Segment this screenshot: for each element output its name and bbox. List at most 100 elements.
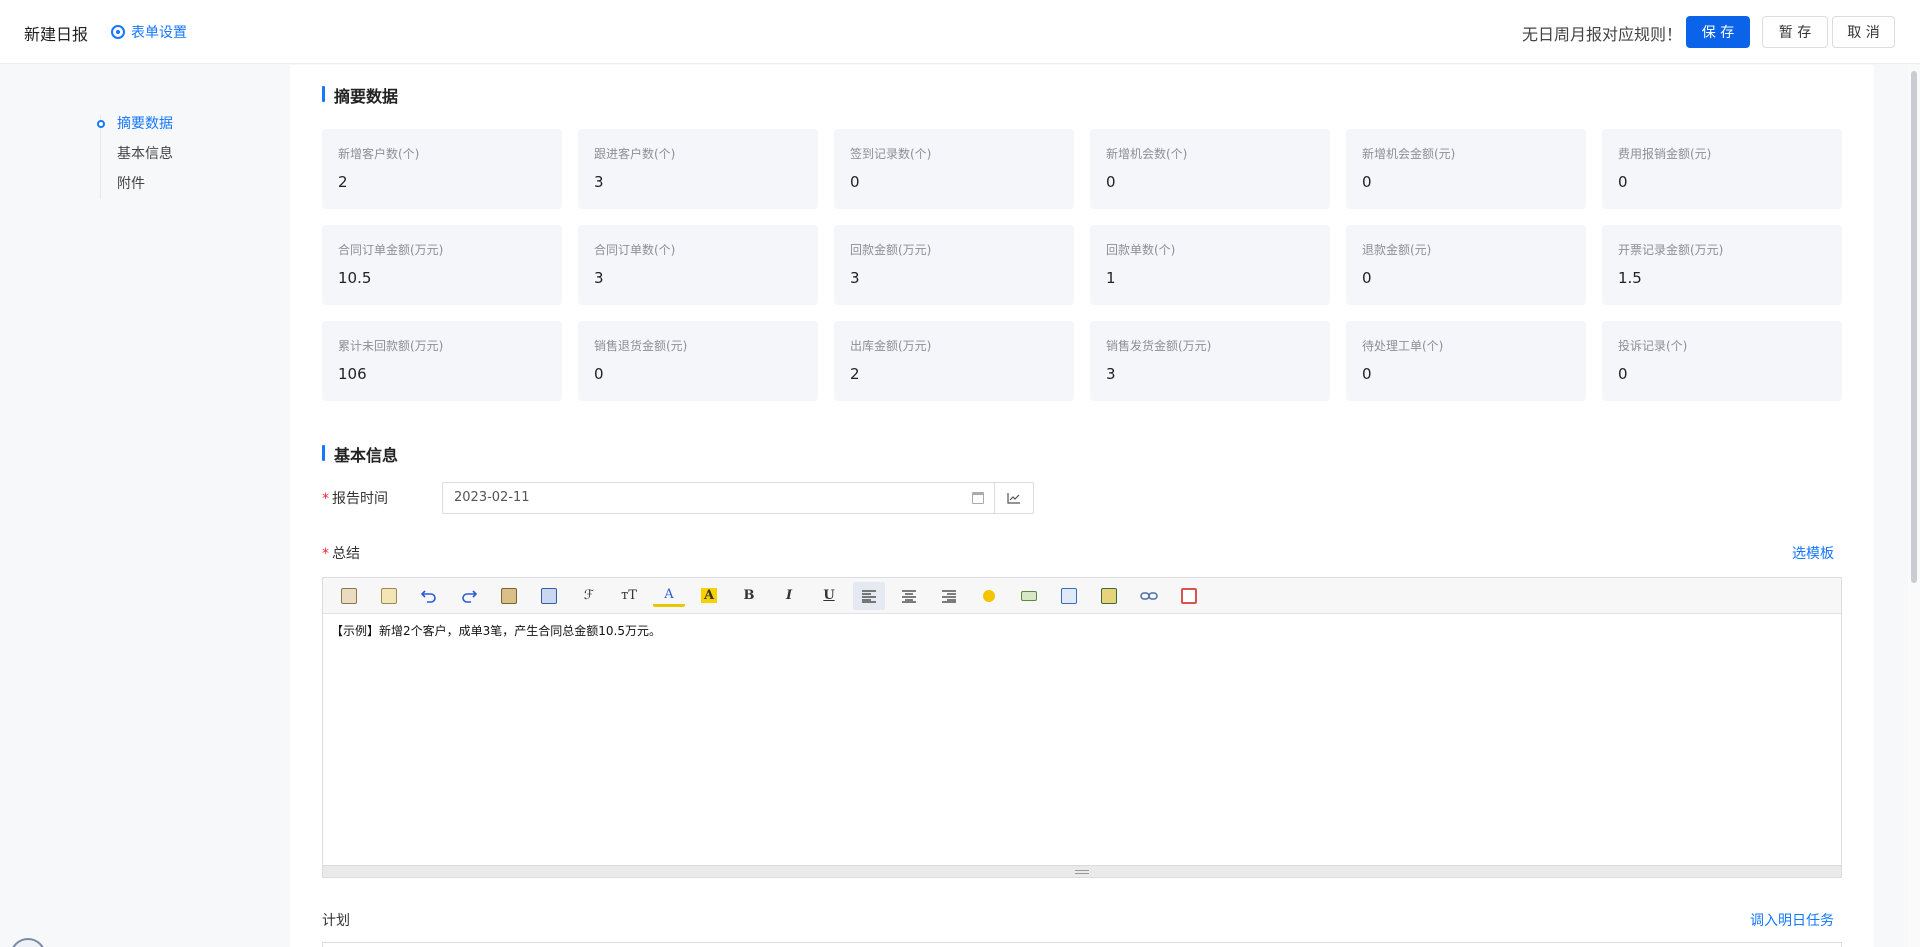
stat-card: 新增机会数(个) 0 <box>1090 129 1330 209</box>
editor-content[interactable]: 【示例】新增2个客户，成单3笔，产生合同总金额10.5万元。 <box>323 614 1841 866</box>
trend-chart-button[interactable] <box>994 482 1034 514</box>
stat-card: 出库金额(万元) 2 <box>834 321 1074 401</box>
fullscreen-icon[interactable] <box>1173 582 1205 610</box>
stat-value: 0 <box>594 365 604 383</box>
plan-editor[interactable] <box>322 942 1842 947</box>
anchor-item-basic-info[interactable]: 基本信息 <box>97 145 173 175</box>
template-icon[interactable] <box>373 582 405 610</box>
form-settings-link[interactable]: 表单设置 <box>111 22 187 42</box>
stat-value: 3 <box>594 173 604 191</box>
stat-card: 销售退货金额(元) 0 <box>578 321 818 401</box>
summary-cards: 新增客户数(个) 2 跟进客户数(个) 3 签到记录数(个) 0 新增机会数(个) 0 … <box>322 129 1842 401</box>
anchor-nav: 摘要数据 基本信息 附件 <box>97 115 173 205</box>
stat-card: 开票记录金额(万元) 1.5 <box>1602 225 1842 305</box>
stat-label: 待处理工单(个) <box>1362 339 1444 353</box>
stat-card: 回款金额(万元) 3 <box>834 225 1074 305</box>
underline-icon[interactable]: U <box>813 582 845 610</box>
stat-label: 累计未回款额(万元) <box>338 339 444 353</box>
report-date-value: 2023-02-11 <box>454 490 530 505</box>
stat-card: 回款单数(个) 1 <box>1090 225 1330 305</box>
floating-assistant-button[interactable] <box>10 938 46 947</box>
page-scrollbar[interactable] <box>1908 65 1920 947</box>
choose-template-link[interactable]: 选模板 <box>1792 543 1834 563</box>
stat-card: 待处理工单(个) 0 <box>1346 321 1586 401</box>
redo-icon[interactable] <box>453 582 485 610</box>
font-size-icon[interactable]: тT <box>613 582 645 610</box>
stat-value: 0 <box>1362 365 1372 383</box>
report-time-label: * 报告时间 <box>322 488 388 508</box>
required-mark: * <box>322 491 329 507</box>
line-chart-icon <box>1007 493 1020 504</box>
stat-label: 签到记录数(个) <box>850 147 932 161</box>
stat-card: 投诉记录(个) 0 <box>1602 321 1842 401</box>
report-date-input[interactable]: 2023-02-11 <box>442 482 995 514</box>
stat-card: 新增客户数(个) 2 <box>322 129 562 209</box>
stat-value: 2 <box>850 365 860 383</box>
stat-card: 累计未回款额(万元) 106 <box>322 321 562 401</box>
stat-value: 0 <box>1618 365 1628 383</box>
stat-value: 3 <box>1106 365 1116 383</box>
resize-grip-icon <box>1075 869 1089 874</box>
stat-card: 签到记录数(个) 0 <box>834 129 1074 209</box>
stat-value: 1.5 <box>1618 269 1642 287</box>
highlight-color-icon[interactable]: A <box>693 582 725 610</box>
stat-label: 回款金额(万元) <box>850 243 932 257</box>
required-mark: * <box>322 546 329 562</box>
align-left-icon[interactable] <box>853 581 885 610</box>
page-title: 新建日报 <box>24 25 89 44</box>
paste-icon[interactable] <box>493 582 525 610</box>
font-family-icon[interactable]: ℱ <box>573 582 605 610</box>
active-dot-icon <box>97 120 105 128</box>
stat-label: 销售发货金额(万元) <box>1106 339 1212 353</box>
stat-label: 跟进客户数(个) <box>594 147 676 161</box>
form-settings-label: 表单设置 <box>131 25 187 41</box>
anchor-item-summary[interactable]: 摘要数据 <box>97 115 173 145</box>
image-icon[interactable] <box>1093 582 1125 610</box>
draft-button[interactable]: 暂 存 <box>1762 16 1828 48</box>
cancel-button[interactable]: 取 消 <box>1832 16 1895 48</box>
rule-warning-text: 无日周月报对应规则！ <box>1521 25 1682 44</box>
stat-value: 106 <box>338 365 367 383</box>
summary-field-label-text: 总结 <box>332 546 360 562</box>
stat-label: 新增机会金额(元) <box>1362 147 1456 161</box>
stat-value: 2 <box>338 173 348 191</box>
stat-label: 新增客户数(个) <box>338 147 420 161</box>
align-center-icon[interactable] <box>893 582 925 610</box>
editor-resize-handle[interactable] <box>323 865 1841 877</box>
save-button[interactable]: 保 存 <box>1686 16 1750 48</box>
source-icon[interactable] <box>333 582 365 610</box>
table-icon[interactable] <box>1053 582 1085 610</box>
link-icon[interactable] <box>1133 582 1165 610</box>
stat-value: 10.5 <box>338 269 372 287</box>
stat-value: 0 <box>850 173 860 191</box>
editor-toolbar: ℱ тT A A B I U <box>323 578 1841 614</box>
stat-label: 费用报销金额(元) <box>1618 147 1712 161</box>
stat-value: 0 <box>1362 173 1372 191</box>
stat-label: 退款金额(元) <box>1362 243 1432 257</box>
anchor-item-attachments[interactable]: 附件 <box>97 175 173 205</box>
insert-row-icon[interactable] <box>1013 582 1045 610</box>
undo-icon[interactable] <box>413 582 445 610</box>
stat-label: 合同订单金额(万元) <box>338 243 444 257</box>
paste-word-icon[interactable] <box>533 582 565 610</box>
stat-value: 0 <box>1106 173 1116 191</box>
anchor-item-label: 附件 <box>117 176 145 192</box>
rich-text-editor: ℱ тT A A B I U 【示例】新增2个客户，成单3笔，产生合同总金额10… <box>322 577 1842 878</box>
stat-card: 合同订单数(个) 3 <box>578 225 818 305</box>
stat-value: 0 <box>1362 269 1372 287</box>
gear-icon <box>111 25 125 39</box>
emoji-icon[interactable] <box>973 582 1005 610</box>
stat-label: 合同订单数(个) <box>594 243 676 257</box>
align-right-icon[interactable] <box>933 582 965 610</box>
import-tasks-link[interactable]: 调入明日任务 <box>1750 910 1834 930</box>
basic-info-section-title: 基本信息 <box>322 442 398 466</box>
italic-icon[interactable]: I <box>773 582 805 610</box>
stat-card: 销售发货金额(万元) 3 <box>1090 321 1330 401</box>
bold-icon[interactable]: B <box>733 582 765 610</box>
stat-card: 新增机会金额(元) 0 <box>1346 129 1586 209</box>
scrollbar-thumb[interactable] <box>1911 71 1917 583</box>
calendar-icon[interactable] <box>972 492 984 504</box>
font-color-icon[interactable]: A <box>653 585 685 607</box>
top-header: 新建日报 表单设置 无日周月报对应规则！ 保 存 暂 存 取 消 <box>0 0 1920 64</box>
stat-value: 3 <box>594 269 604 287</box>
